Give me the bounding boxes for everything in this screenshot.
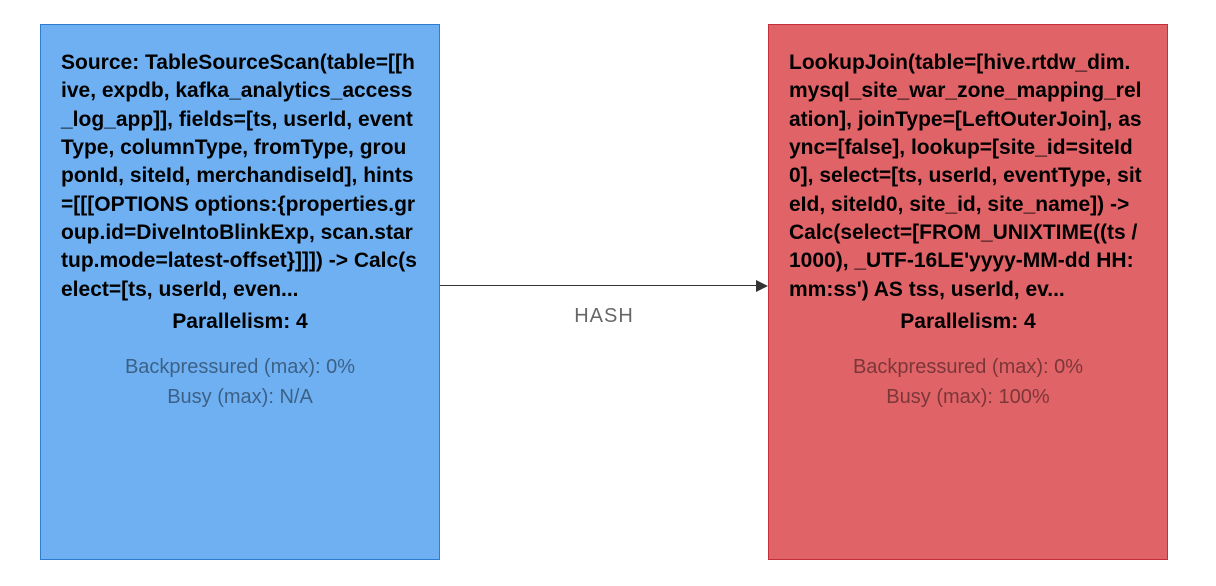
arrow-right-icon	[756, 280, 768, 292]
edge	[440, 285, 768, 287]
operator-description: Source: TableSourceScan(table=[[hive, ex…	[61, 49, 419, 304]
backpressure-metric: Backpressured (max): 0%	[61, 352, 419, 382]
busy-metric: Busy (max): 100%	[789, 382, 1147, 412]
operator-metrics: Backpressured (max): 0% Busy (max): N/A	[61, 352, 419, 412]
job-graph-canvas: Source: TableSourceScan(table=[[hive, ex…	[0, 0, 1216, 586]
busy-metric: Busy (max): N/A	[61, 382, 419, 412]
operator-node-join[interactable]: LookupJoin(table=[hive.rtdw_dim.mysql_si…	[768, 24, 1168, 560]
backpressure-metric: Backpressured (max): 0%	[789, 352, 1147, 382]
operator-node-source[interactable]: Source: TableSourceScan(table=[[hive, ex…	[40, 24, 440, 560]
edge-line	[440, 285, 756, 286]
operator-metrics: Backpressured (max): 0% Busy (max): 100%	[789, 352, 1147, 412]
operator-parallelism: Parallelism: 4	[789, 310, 1147, 334]
edge-label: HASH	[440, 305, 768, 328]
operator-parallelism: Parallelism: 4	[61, 310, 419, 334]
operator-description: LookupJoin(table=[hive.rtdw_dim.mysql_si…	[789, 49, 1147, 304]
